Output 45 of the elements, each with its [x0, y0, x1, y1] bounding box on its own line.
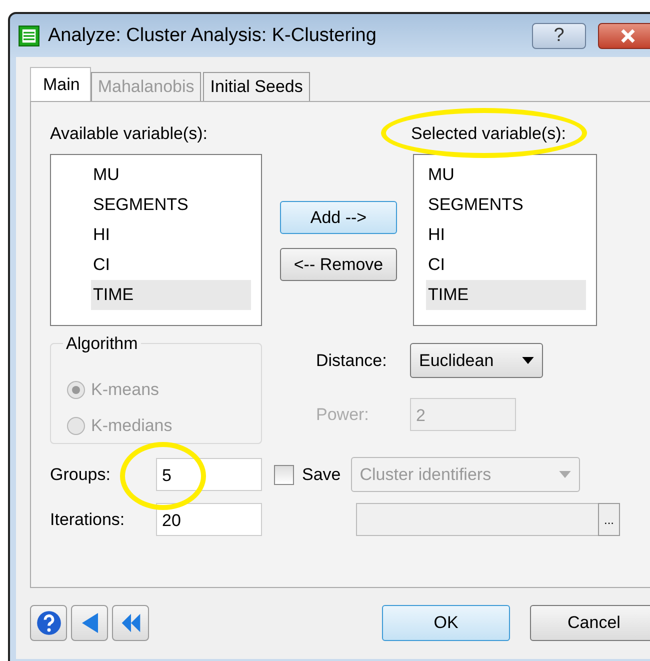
help-button[interactable]: [30, 605, 67, 641]
back-arrow-icon: [80, 611, 100, 635]
tab[interactable]: Main: [30, 67, 91, 101]
close-button[interactable]: [598, 22, 650, 48]
rewind-button[interactable]: [112, 605, 149, 641]
group-title: Algorithm: [63, 334, 141, 354]
save-label: Save: [302, 464, 341, 484]
distance-dropdown[interactable]: Euclidean: [410, 343, 543, 378]
list-item[interactable]: CI: [426, 250, 586, 280]
transfer-button[interactable]: Add -->: [280, 201, 397, 234]
iterations-label: Iterations:: [50, 510, 126, 530]
list-item[interactable]: SEGMENTS: [426, 190, 586, 220]
transfer-button[interactable]: <-- Remove: [280, 248, 397, 281]
available-list[interactable]: MU SEGMENTS HI CI TIME: [50, 154, 262, 326]
list-item[interactable]: MU: [91, 160, 251, 190]
groups-field[interactable]: 5: [156, 458, 262, 491]
list-item[interactable]: HI: [91, 220, 251, 250]
power-label: Power:: [316, 404, 370, 424]
list-label: Available variable(s):: [50, 123, 208, 145]
tab[interactable]: Initial Seeds: [203, 72, 310, 101]
close-icon: [619, 28, 637, 42]
dialog-button[interactable]: Cancel: [530, 605, 650, 641]
dropdown-arrow-icon: [558, 471, 571, 478]
groups-label: Groups:: [50, 464, 112, 484]
distance-label: Distance:: [316, 350, 388, 370]
dialog-button[interactable]: OK: [382, 605, 510, 641]
dropdown-arrow-icon: [522, 357, 534, 364]
list-label: Selected variable(s):: [411, 124, 566, 143]
list-item[interactable]: TIME: [91, 280, 251, 310]
list-item[interactable]: TIME: [426, 280, 586, 310]
double-back-arrow-icon: [120, 612, 142, 634]
iterations-field[interactable]: 20: [156, 503, 262, 536]
back-button[interactable]: [71, 605, 108, 641]
list-item[interactable]: HI: [426, 220, 586, 250]
help-icon: [36, 610, 62, 636]
radio-label: K-medians: [91, 416, 172, 436]
help-button[interactable]: ?: [532, 22, 586, 48]
list-item[interactable]: MU: [426, 160, 586, 190]
list-item[interactable]: CI: [91, 250, 251, 280]
radio-label: K-means: [91, 380, 160, 400]
list-item[interactable]: SEGMENTS: [91, 190, 251, 220]
selected-list[interactable]: MU SEGMENTS HI CI TIME: [413, 154, 597, 326]
window-title: Analyze: Cluster Analysis: K-Clustering: [48, 24, 378, 46]
app-icon: [18, 24, 40, 46]
file-path-field[interactable]: [356, 503, 598, 536]
